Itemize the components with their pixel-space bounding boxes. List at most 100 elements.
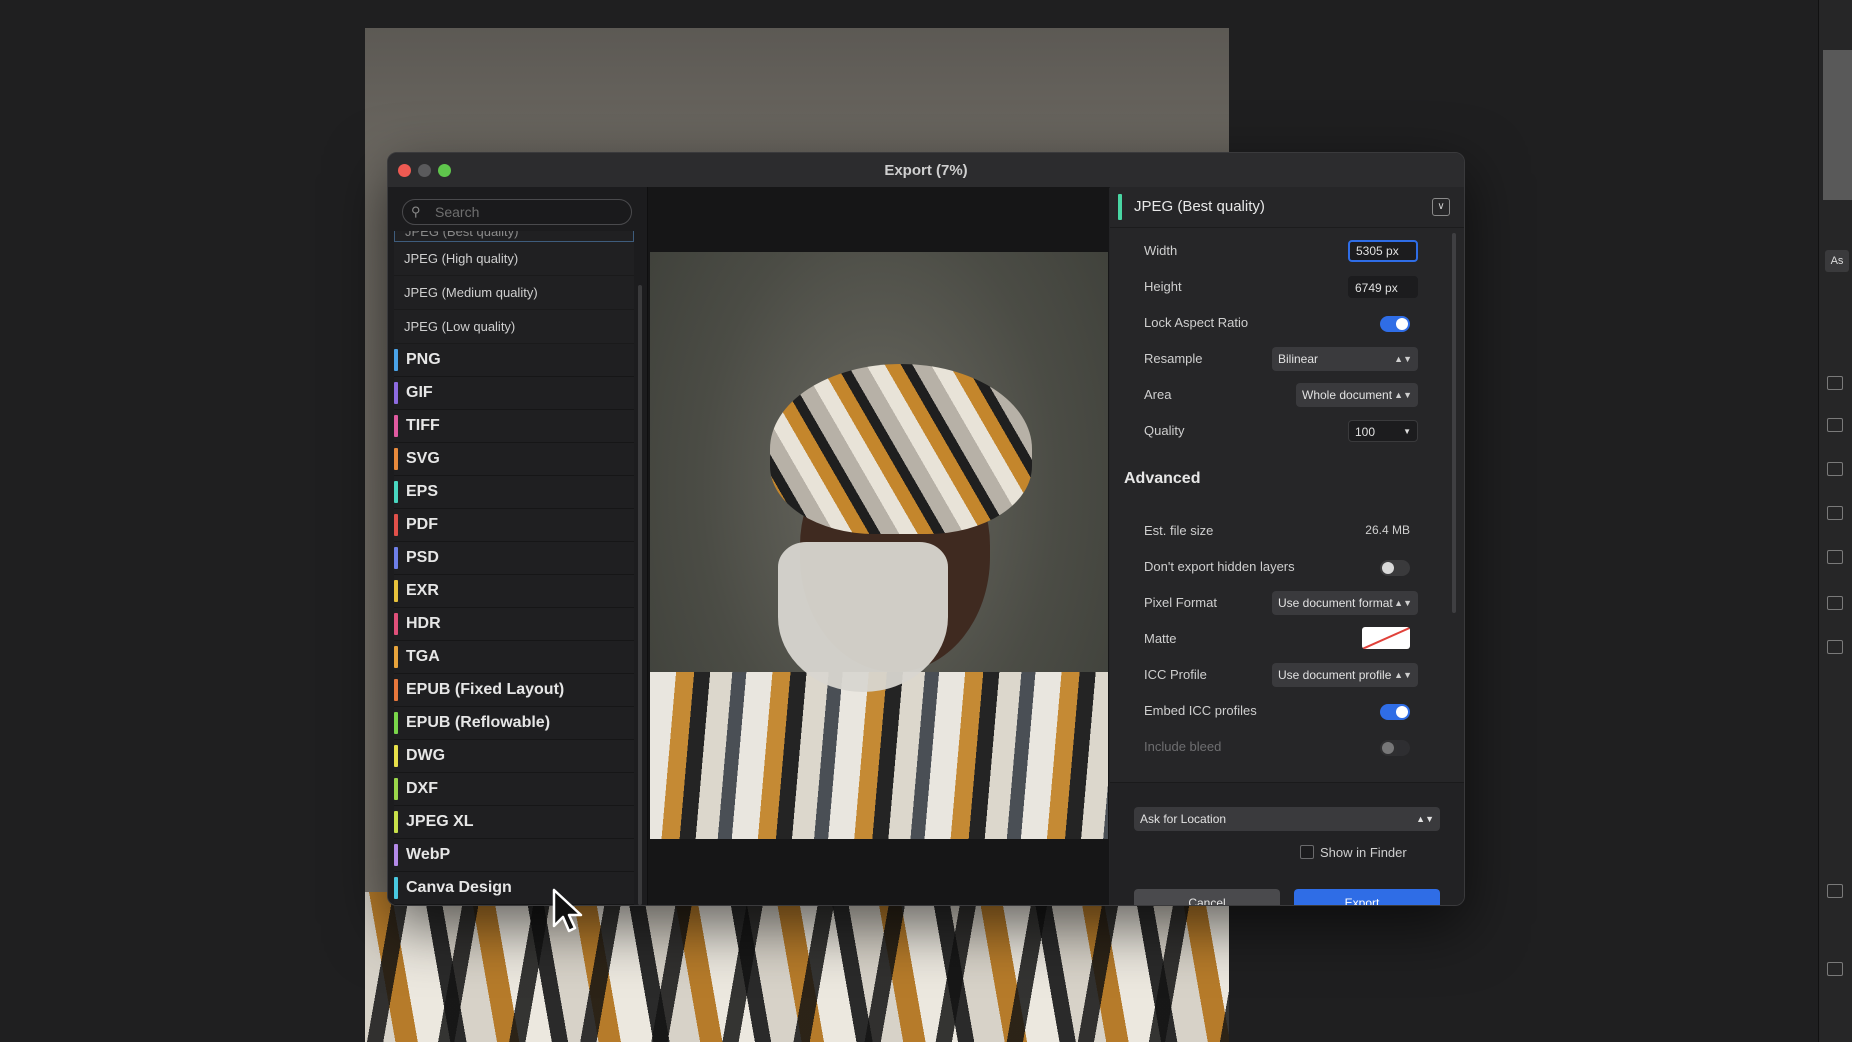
mouse-cursor-icon	[552, 888, 583, 933]
export-button[interactable]: Export...	[1294, 889, 1440, 905]
checkbox-box[interactable]	[1300, 845, 1314, 859]
format-item-hdr[interactable]: HDR	[394, 608, 634, 641]
lock-aspect-toggle[interactable]	[1380, 316, 1410, 332]
preview-shirt-pattern	[650, 672, 1108, 839]
format-color-bar	[394, 877, 398, 899]
chevron-down-icon[interactable]: ∨	[1432, 198, 1450, 216]
updown-icon: ▲▼	[1394, 598, 1412, 608]
right-panel-strip: As	[1818, 0, 1852, 1042]
hidden-layers-toggle[interactable]	[1380, 560, 1410, 576]
matte-color-swatch[interactable]	[1362, 627, 1410, 649]
canvas-photo-bottom	[365, 892, 1229, 1042]
format-color-bar	[394, 580, 398, 602]
format-color-bar	[394, 514, 398, 536]
format-item-exr[interactable]: EXR	[394, 575, 634, 608]
preset-item-jpeg-low[interactable]: JPEG (Low quality)	[394, 310, 634, 344]
preset-header[interactable]: JPEG (Best quality) ∨	[1110, 187, 1464, 228]
format-item-tga[interactable]: TGA	[394, 641, 634, 674]
format-color-bar	[394, 679, 398, 701]
embed-icc-toggle[interactable]	[1380, 704, 1410, 720]
icc-profile-select[interactable]: Use document profile ▲▼	[1272, 663, 1418, 687]
format-item-canva-design[interactable]: Canva Design	[394, 872, 634, 905]
format-item-webp[interactable]: WebP	[394, 839, 634, 872]
area-label: Area	[1144, 387, 1172, 402]
format-item-label: EPUB (Fixed Layout)	[406, 681, 565, 698]
include-bleed-toggle[interactable]	[1380, 740, 1410, 756]
format-item-dxf[interactable]: DXF	[394, 773, 634, 806]
format-item-label: DXF	[406, 780, 438, 797]
height-label: Height	[1144, 279, 1182, 294]
quality-row: Quality 100 ▼	[1110, 413, 1450, 449]
format-item-epub-reflowable[interactable]: EPUB (Reflowable)	[394, 707, 634, 740]
location-value: Ask for Location	[1140, 812, 1227, 826]
width-input[interactable]: 5305 px	[1348, 240, 1418, 262]
cancel-button[interactable]: Cancel	[1134, 889, 1280, 905]
tool-icon[interactable]	[1827, 550, 1843, 564]
search-field[interactable]: ⚲	[402, 199, 632, 225]
preset-name: JPEG (Best quality)	[1134, 198, 1265, 215]
panel-button[interactable]: As	[1825, 250, 1849, 272]
pixel-format-select[interactable]: Use document format ▲▼	[1272, 591, 1418, 615]
export-preview	[648, 187, 1109, 905]
edit-icon[interactable]	[1827, 884, 1843, 898]
format-item-label: PDF	[406, 516, 438, 533]
area-select[interactable]: Whole document ▲▼	[1296, 383, 1418, 407]
include-bleed-row: Include bleed	[1110, 729, 1450, 765]
format-item-epub-fixed-layout[interactable]: EPUB (Fixed Layout)	[394, 674, 634, 707]
preset-color-bar	[1118, 194, 1122, 220]
updown-icon: ▲▼	[1394, 354, 1412, 364]
embed-icc-row: Embed ICC profiles	[1110, 693, 1450, 729]
format-item-jpeg-xl[interactable]: JPEG XL	[394, 806, 634, 839]
tool-icon[interactable]	[1827, 418, 1843, 432]
advanced-heading: Advanced	[1124, 470, 1201, 487]
tool-icon[interactable]	[1827, 462, 1843, 476]
tool-icon[interactable]	[1827, 506, 1843, 520]
icc-profile-value: Use document profile	[1278, 668, 1392, 682]
format-color-bar	[394, 811, 398, 833]
settings-scrollbar[interactable]	[1452, 233, 1456, 613]
resample-select[interactable]: Bilinear ▲▼	[1272, 347, 1418, 371]
width-row: Width 5305 px	[1110, 233, 1450, 269]
format-item-svg[interactable]: SVG	[394, 443, 634, 476]
tool-icon[interactable]	[1827, 640, 1843, 654]
preview-beard	[778, 542, 948, 692]
format-item-label: EPUB (Reflowable)	[406, 714, 551, 731]
preset-item-jpeg-high[interactable]: JPEG (High quality)	[394, 242, 634, 276]
updown-icon: ▲▼	[1416, 814, 1434, 824]
updown-icon: ▲▼	[1394, 670, 1412, 680]
format-color-bar	[394, 382, 398, 404]
height-input[interactable]: 6749 px	[1348, 276, 1418, 298]
tool-icon[interactable]	[1827, 596, 1843, 610]
preset-item-jpeg-medium[interactable]: JPEG (Medium quality)	[394, 276, 634, 310]
preview-image	[650, 252, 1108, 839]
quality-input[interactable]: 100 ▼	[1348, 420, 1418, 442]
chevron-down-icon: ▼	[1403, 427, 1411, 436]
tool-icon[interactable]	[1827, 962, 1843, 976]
format-item-psd[interactable]: PSD	[394, 542, 634, 575]
pixel-format-value: Use document format	[1278, 596, 1393, 610]
format-item-png[interactable]: PNG	[394, 344, 634, 377]
dialog-title: Export (7%)	[884, 162, 968, 179]
location-select[interactable]: Ask for Location ▲▼	[1134, 807, 1440, 831]
format-item-label: EPS	[406, 483, 439, 500]
format-color-bar	[394, 778, 398, 800]
format-color-bar	[394, 712, 398, 734]
format-item-pdf[interactable]: PDF	[394, 509, 634, 542]
list-scrollbar[interactable]	[638, 285, 642, 905]
panel-thumbnail	[1823, 50, 1852, 200]
hidden-layers-row: Don't export hidden layers	[1110, 549, 1450, 585]
format-item-tiff[interactable]: TIFF	[394, 410, 634, 443]
format-item-gif[interactable]: GIF	[394, 377, 634, 410]
format-color-bar	[394, 745, 398, 767]
icc-profile-label: ICC Profile	[1144, 667, 1207, 682]
format-item-label: TIFF	[406, 417, 440, 434]
tool-icon[interactable]	[1827, 376, 1843, 390]
format-item-label: Canva Design	[406, 879, 512, 896]
quality-label: Quality	[1144, 423, 1185, 438]
format-item-dwg[interactable]: DWG	[394, 740, 634, 773]
format-item-eps[interactable]: EPS	[394, 476, 634, 509]
preset-item-jpeg-best[interactable]: JPEG (Best quality)	[394, 231, 634, 242]
show-in-finder-checkbox[interactable]: Show in Finder	[1300, 845, 1407, 860]
search-input[interactable]	[433, 202, 627, 222]
toggle-knob	[1382, 562, 1394, 574]
